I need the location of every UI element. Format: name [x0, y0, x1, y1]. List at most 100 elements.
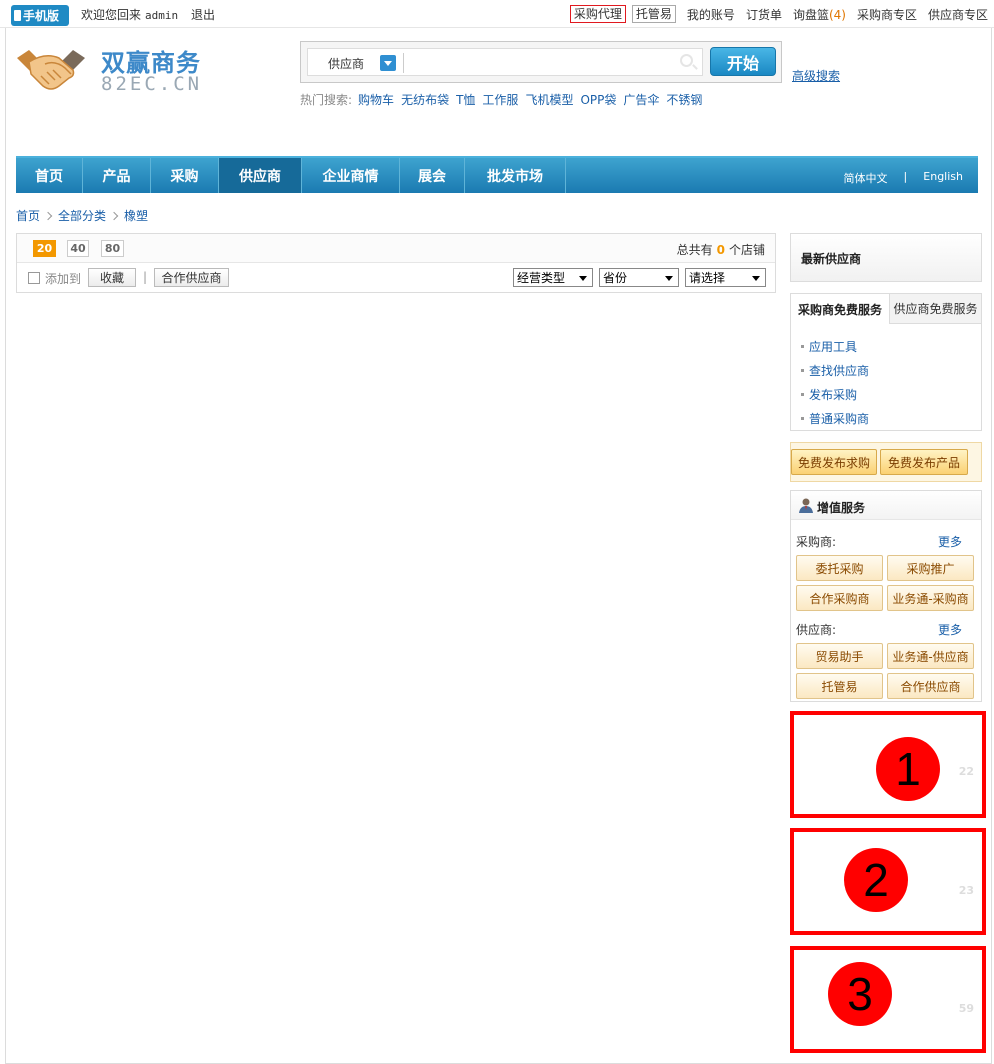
- hot-search-item[interactable]: 不锈钢: [666, 91, 702, 108]
- hot-search-item[interactable]: 广告伞: [623, 91, 659, 108]
- hot-search-item[interactable]: T恤: [456, 91, 475, 108]
- lang-separator: |: [903, 170, 908, 183]
- nav-home[interactable]: 首页: [16, 158, 83, 193]
- top-nav-supplier-zone[interactable]: 供应商专区: [928, 6, 988, 23]
- vas-partner-supplier-button[interactable]: 合作供应商: [887, 673, 974, 699]
- free-post-box: 免费发布求购 免费发布产品: [790, 442, 982, 482]
- nav-products[interactable]: 产品: [83, 158, 151, 193]
- tab-supplier-free-service[interactable]: 供应商免费服务: [889, 294, 981, 324]
- search-input[interactable]: 供应商: [307, 48, 703, 76]
- city-select[interactable]: 请选择: [685, 268, 766, 287]
- welcome-text: 欢迎您回来 admin: [81, 6, 178, 23]
- service-item-tools[interactable]: 应用工具: [801, 334, 869, 358]
- ad-number-2: 23: [958, 884, 974, 897]
- lang-chinese[interactable]: 简体中文: [844, 170, 888, 186]
- top-nav-orders[interactable]: 订货单: [746, 6, 782, 23]
- partner-supplier-button[interactable]: 合作供应商: [154, 268, 229, 287]
- nav-suppliers[interactable]: 供应商: [219, 158, 302, 193]
- top-bar: 手机版 欢迎您回来 admin 退出 采购代理 托管易 我的账号 订货单 询盘篮(…: [0, 0, 994, 28]
- vas-buyer-more-link[interactable]: 更多: [938, 533, 962, 550]
- search-type-select[interactable]: 供应商: [328, 55, 364, 72]
- username: admin: [145, 9, 179, 22]
- tab-buyer-free-service[interactable]: 采购商免费服务: [791, 294, 889, 324]
- free-service-box: 采购商免费服务 供应商免费服务 应用工具 查找供应商 发布采购 普通采购商: [790, 293, 982, 431]
- vas-entrusted-purchase-button[interactable]: 委托采购: [796, 555, 883, 581]
- vas-escrow-button[interactable]: 托管易: [796, 673, 883, 699]
- city-value: 请选择: [689, 271, 726, 285]
- ad-marker-3: 3: [828, 962, 892, 1026]
- province-select[interactable]: 省份: [599, 268, 679, 287]
- site-logo[interactable]: 双赢商务 82EC.CN: [15, 40, 205, 96]
- total-suffix: 个店铺: [728, 243, 765, 257]
- page-size-20[interactable]: 20: [33, 240, 56, 257]
- favorite-button[interactable]: 收藏: [88, 268, 136, 287]
- hot-search-item[interactable]: 无纺布袋: [401, 91, 449, 108]
- inquiry-basket-label: 询盘篮: [792, 7, 829, 22]
- service-list: 应用工具 查找供应商 发布采购 普通采购商: [801, 334, 869, 430]
- lang-english[interactable]: English: [923, 170, 963, 186]
- latest-suppliers-box: 最新供应商: [790, 233, 982, 282]
- hot-search-item[interactable]: 飞机模型: [525, 91, 573, 108]
- vas-business-supplier-button[interactable]: 业务通-供应商: [887, 643, 974, 669]
- user-icon: [799, 498, 813, 513]
- vas-supplier-label: 供应商:: [796, 623, 837, 637]
- breadcrumb-all-categories[interactable]: 全部分类: [58, 207, 106, 224]
- service-item-post-purchase[interactable]: 发布采购: [801, 382, 869, 406]
- welcome-label: 欢迎您回来: [81, 8, 142, 22]
- page-size-row: 20 40 80 总共有 0 个店铺: [17, 234, 775, 263]
- hot-searches: 热门搜索: 购物车 无纺布袋 T恤 工作服 飞机模型 OPP袋 广告伞 不锈钢: [300, 91, 709, 108]
- hot-search-item[interactable]: 工作服: [482, 91, 518, 108]
- logout-link[interactable]: 退出: [191, 6, 215, 23]
- logo-english: 82EC.CN: [101, 73, 203, 95]
- breadcrumb-current[interactable]: 橡塑: [124, 207, 148, 224]
- service-item-find-supplier[interactable]: 查找供应商: [801, 358, 869, 382]
- business-type-select[interactable]: 经营类型: [513, 268, 593, 287]
- province-value: 省份: [603, 271, 628, 285]
- ad-slot-1[interactable]: 1 22: [790, 711, 986, 818]
- select-all-checkbox[interactable]: [28, 272, 40, 284]
- vas-partner-buyer-button[interactable]: 合作采购商: [796, 585, 883, 611]
- top-nav-escrow[interactable]: 托管易: [631, 5, 676, 23]
- search-icon: [680, 54, 693, 67]
- hot-search-item[interactable]: 购物车: [358, 91, 394, 108]
- nav-exhibitions[interactable]: 展会: [400, 158, 465, 193]
- free-post-request-button[interactable]: 免费发布求购: [791, 449, 877, 475]
- top-nav-my-account[interactable]: 我的账号: [687, 6, 735, 23]
- hot-search-item[interactable]: OPP袋: [580, 91, 616, 108]
- page-size-40[interactable]: 40: [67, 240, 89, 257]
- hot-searches-label: 热门搜索:: [300, 93, 353, 107]
- total-prefix: 总共有: [676, 243, 713, 257]
- total-number: 0: [716, 243, 725, 257]
- ad-slot-2[interactable]: 2 23: [790, 828, 986, 935]
- handshake-icon: [17, 50, 85, 90]
- vas-purchase-promotion-button[interactable]: 采购推广: [887, 555, 974, 581]
- nav-business-news[interactable]: 企业商情: [302, 158, 400, 193]
- top-nav-purchase-agent[interactable]: 采购代理: [569, 5, 626, 23]
- top-nav-buyer-zone[interactable]: 采购商专区: [857, 6, 917, 23]
- action-divider: |: [143, 270, 148, 284]
- breadcrumb: 首页 全部分类 橡塑: [16, 207, 148, 224]
- advanced-search-link[interactable]: 高级搜索: [792, 67, 840, 84]
- nav-purchase[interactable]: 采购: [151, 158, 219, 193]
- mobile-version-button[interactable]: 手机版: [11, 5, 69, 26]
- vas-trade-assistant-button[interactable]: 贸易助手: [796, 643, 883, 669]
- chevron-down-icon: [579, 276, 587, 281]
- value-added-services-box: 增值服务 采购商: 更多 委托采购 采购推广 合作采购商 业务通-采购商 供应商…: [790, 490, 982, 702]
- chevron-down-icon[interactable]: [380, 55, 396, 71]
- add-to-label: 添加到: [45, 272, 82, 286]
- chevron-down-icon: [665, 276, 673, 281]
- page-size-80[interactable]: 80: [101, 240, 124, 257]
- nav-wholesale-market[interactable]: 批发市场: [465, 158, 566, 193]
- ad-marker-1: 1: [876, 737, 940, 801]
- vas-business-buyer-button[interactable]: 业务通-采购商: [887, 585, 974, 611]
- breadcrumb-home[interactable]: 首页: [16, 207, 40, 224]
- latest-suppliers-title: 最新供应商: [801, 252, 862, 266]
- ad-slot-3[interactable]: 3 59: [790, 946, 986, 1053]
- search-button[interactable]: 开始: [710, 47, 776, 76]
- free-post-product-button[interactable]: 免费发布产品: [880, 449, 968, 475]
- service-item-regular-buyer[interactable]: 普通采购商: [801, 406, 869, 430]
- ad-number-3: 59: [958, 1002, 974, 1015]
- vas-header: 增值服务: [791, 491, 981, 520]
- vas-supplier-more-link[interactable]: 更多: [938, 621, 962, 638]
- top-nav-inquiry-basket[interactable]: 询盘篮(4): [793, 6, 846, 23]
